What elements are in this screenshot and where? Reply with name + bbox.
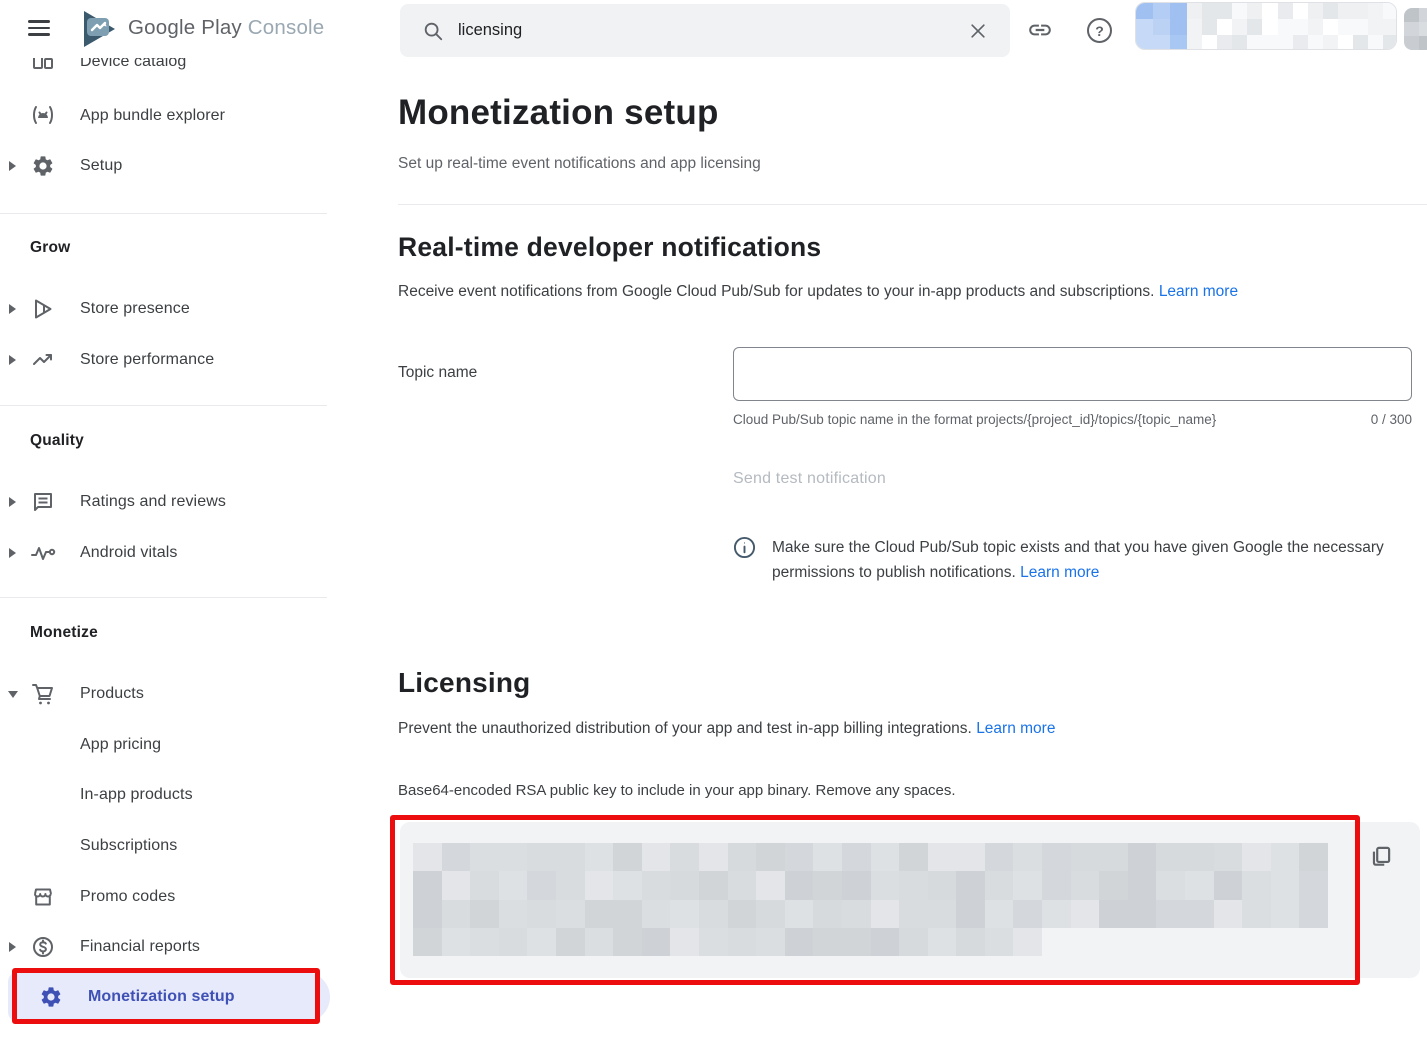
store-presence-icon <box>30 296 56 322</box>
page-title: Monetization setup <box>398 93 719 133</box>
topic-helper-text: Cloud Pub/Sub topic name in the format p… <box>733 412 1216 427</box>
copy-icon[interactable] <box>1364 839 1398 873</box>
rtdn-heading: Real-time developer notifications <box>398 232 821 263</box>
rtdn-description: Receive event notifications from Google … <box>398 283 1238 301</box>
sidebar-item-store-performance[interactable]: Store performance <box>0 342 327 378</box>
svg-text:?: ? <box>1095 23 1104 39</box>
sidebar-header: Google Play Console <box>0 0 327 58</box>
page-subtitle: Set up real-time event notifications and… <box>398 155 761 173</box>
divider <box>0 597 327 598</box>
chevron-right-icon <box>8 497 18 507</box>
sidebar-item-monetization-setup[interactable]: Monetization setup <box>8 972 330 1022</box>
setup-gear-icon <box>30 153 56 179</box>
char-counter: 0 / 300 <box>1371 412 1412 427</box>
licensing-learn-more-link[interactable]: Learn more <box>976 720 1055 737</box>
section-header-quality: Quality <box>30 432 84 450</box>
sidebar-item-financial-reports[interactable]: Financial reports <box>0 929 327 965</box>
section-header-grow: Grow <box>30 239 70 257</box>
section-header-monetize: Monetize <box>30 624 98 642</box>
send-test-notification-button[interactable]: Send test notification <box>733 470 886 488</box>
info-icon <box>733 536 756 585</box>
sidebar-item-android-vitals[interactable]: Android vitals <box>0 535 327 571</box>
android-vitals-icon <box>30 540 56 566</box>
close-icon[interactable] <box>968 21 988 41</box>
chevron-right-icon <box>8 355 18 365</box>
menu-icon[interactable] <box>28 20 50 36</box>
search-bar[interactable] <box>400 4 1010 57</box>
licensing-description: Prevent the unauthorized distribution of… <box>398 720 1055 738</box>
topic-name-input[interactable] <box>733 347 1412 401</box>
promo-codes-icon <box>30 884 56 910</box>
ratings-reviews-icon <box>30 489 56 515</box>
link-icon[interactable] <box>1026 16 1054 44</box>
sidebar-item-store-presence[interactable]: Store presence <box>0 291 327 327</box>
help-icon[interactable]: ? <box>1085 16 1113 44</box>
google-play-logo-icon[interactable] <box>80 9 120 49</box>
monetization-setup-gear-icon <box>38 984 64 1010</box>
sidebar-item-in-app-products[interactable]: In-app products <box>0 777 327 813</box>
licensing-heading: Licensing <box>398 667 531 699</box>
divider <box>0 405 327 406</box>
sidebar-item-ratings-and-reviews[interactable]: Ratings and reviews <box>0 484 327 520</box>
info-learn-more-link[interactable]: Learn more <box>1020 564 1099 581</box>
rtdn-learn-more-link[interactable]: Learn more <box>1159 283 1238 300</box>
info-note: Make sure the Cloud Pub/Sub topic exists… <box>733 535 1413 585</box>
sidebar-item-subscriptions[interactable]: Subscriptions <box>0 828 327 864</box>
products-cart-icon <box>30 681 56 707</box>
chevron-right-icon <box>8 548 18 558</box>
account-chip[interactable] <box>1135 2 1397 50</box>
divider <box>0 213 327 214</box>
sidebar-item-app-bundle-explorer[interactable]: App bundle explorer <box>0 98 327 134</box>
license-key-caption: Base64-encoded RSA public key to include… <box>398 782 956 799</box>
redacted-license-key <box>413 843 1328 928</box>
redacted-avatar <box>1136 3 1187 49</box>
search-input[interactable] <box>458 21 968 40</box>
sidebar-item-app-pricing[interactable]: App pricing <box>0 727 327 763</box>
chevron-down-icon <box>8 689 18 699</box>
chevron-right-icon <box>8 942 18 952</box>
redacted-account-info <box>1187 3 1397 49</box>
topic-name-label: Topic name <box>398 364 477 382</box>
divider <box>398 204 1427 205</box>
chevron-right-icon <box>8 304 18 314</box>
app-title: Google Play Console <box>128 16 324 40</box>
license-key-box[interactable] <box>400 822 1420 978</box>
search-icon <box>422 20 444 42</box>
redacted-license-key <box>413 928 1042 956</box>
store-performance-icon <box>30 347 56 373</box>
sidebar-item-setup[interactable]: Setup <box>0 148 327 184</box>
redacted-edge-item <box>1404 8 1427 50</box>
chevron-right-icon <box>8 161 18 171</box>
sidebar: Device catalog Google Play Console <box>0 0 327 1038</box>
sidebar-item-products[interactable]: Products <box>0 676 327 712</box>
app-bundle-explorer-icon <box>30 103 56 129</box>
financial-reports-icon <box>30 934 56 960</box>
sidebar-item-promo-codes[interactable]: Promo codes <box>0 879 327 915</box>
